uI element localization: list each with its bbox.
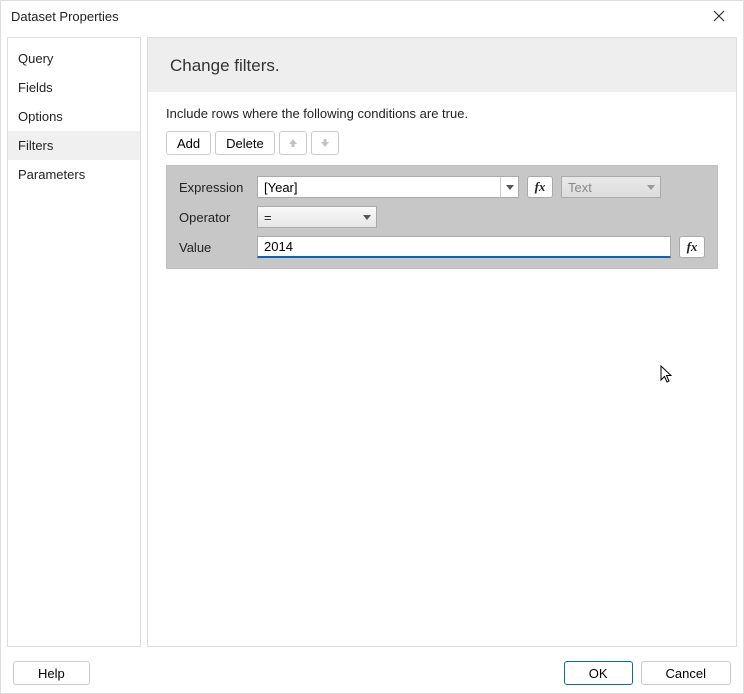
expression-input[interactable] bbox=[264, 177, 518, 197]
add-button[interactable]: Add bbox=[166, 131, 211, 155]
panel-instruction: Include rows where the following conditi… bbox=[148, 92, 736, 129]
dialog-footer: Help OK Cancel bbox=[1, 653, 743, 693]
footer-right: OK Cancel bbox=[564, 661, 731, 685]
sidebar-item-parameters[interactable]: Parameters bbox=[8, 160, 140, 189]
type-combo: Text bbox=[561, 176, 661, 198]
value-label: Value bbox=[179, 240, 249, 255]
value-input[interactable] bbox=[257, 236, 671, 258]
delete-button[interactable]: Delete bbox=[215, 131, 275, 155]
dataset-properties-dialog: Dataset Properties Query Fields Options … bbox=[0, 0, 744, 694]
move-down-button[interactable] bbox=[311, 131, 339, 155]
arrow-up-icon bbox=[288, 138, 298, 148]
arrow-down-icon bbox=[320, 138, 330, 148]
chevron-down-icon bbox=[647, 185, 655, 190]
expression-label: Expression bbox=[179, 180, 249, 195]
sidebar: Query Fields Options Filters Parameters bbox=[7, 37, 141, 647]
filter-area: Expression fx Text bbox=[148, 165, 736, 646]
ok-button[interactable]: OK bbox=[564, 661, 633, 685]
operator-dropdown-button[interactable] bbox=[358, 207, 376, 227]
value-row: Value fx bbox=[179, 236, 705, 258]
expression-row: Expression fx Text bbox=[179, 176, 705, 198]
sidebar-item-options[interactable]: Options bbox=[8, 102, 140, 131]
type-dropdown-button bbox=[642, 177, 660, 197]
main-panel: Change filters. Include rows where the f… bbox=[147, 37, 737, 647]
move-up-button[interactable] bbox=[279, 131, 307, 155]
filter-toolbar: Add Delete bbox=[148, 129, 736, 165]
operator-label: Operator bbox=[179, 210, 249, 225]
panel-header: Change filters. bbox=[148, 38, 736, 92]
chevron-down-icon bbox=[363, 215, 371, 220]
sidebar-item-fields[interactable]: Fields bbox=[8, 73, 140, 102]
close-icon bbox=[713, 10, 725, 22]
operator-value: = bbox=[264, 210, 272, 225]
value-fx-button[interactable]: fx bbox=[679, 236, 705, 258]
dialog-title: Dataset Properties bbox=[11, 9, 119, 24]
expression-combo[interactable] bbox=[257, 176, 519, 198]
sidebar-item-query[interactable]: Query bbox=[8, 44, 140, 73]
filter-row: Expression fx Text bbox=[166, 165, 718, 269]
close-button[interactable] bbox=[705, 6, 733, 26]
cursor-icon bbox=[660, 365, 676, 385]
expression-fx-button[interactable]: fx bbox=[527, 176, 553, 198]
operator-combo[interactable]: = bbox=[257, 206, 377, 228]
sidebar-item-filters[interactable]: Filters bbox=[8, 131, 140, 160]
titlebar: Dataset Properties bbox=[1, 1, 743, 31]
expression-dropdown-button[interactable] bbox=[500, 177, 518, 197]
dialog-body: Query Fields Options Filters Parameters … bbox=[1, 31, 743, 653]
cancel-button[interactable]: Cancel bbox=[641, 661, 731, 685]
help-button[interactable]: Help bbox=[13, 661, 90, 685]
operator-row: Operator = bbox=[179, 206, 705, 228]
type-value: Text bbox=[568, 180, 592, 195]
chevron-down-icon bbox=[506, 185, 514, 190]
